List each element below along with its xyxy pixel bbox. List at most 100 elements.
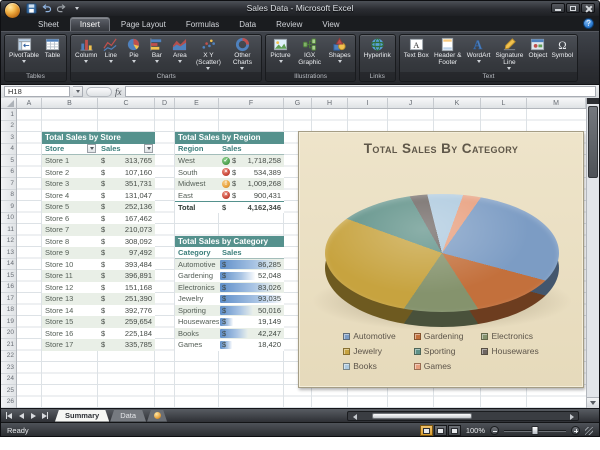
row-header-12[interactable]: 12: [1, 236, 16, 248]
x-y-scatter-button[interactable]: X Y (Scatter): [191, 36, 225, 72]
vertical-scrollbar-thumb[interactable]: [588, 106, 598, 178]
minimize-button[interactable]: [551, 3, 565, 13]
column-header-h[interactable]: H: [312, 98, 348, 108]
text-box-button[interactable]: AText Box: [402, 36, 431, 72]
zoom-out-button[interactable]: [490, 426, 499, 435]
scroll-left-button[interactable]: [350, 414, 359, 420]
row-header-2[interactable]: 2: [1, 121, 16, 133]
row-header-20[interactable]: 20: [1, 328, 16, 340]
zoom-slider-thumb[interactable]: [532, 426, 539, 435]
row-header-7[interactable]: 7: [1, 178, 16, 190]
insert-worksheet-tab[interactable]: [147, 410, 167, 422]
select-all-corner[interactable]: [1, 98, 17, 108]
row-header-17[interactable]: 17: [1, 293, 16, 305]
sheet-tab-data[interactable]: Data: [110, 410, 146, 422]
page-layout-view-button[interactable]: [434, 425, 447, 436]
other-charts-button[interactable]: Other Charts: [225, 36, 259, 72]
line-button[interactable]: Line: [99, 36, 122, 72]
wordart-button[interactable]: AWordArt: [465, 36, 493, 72]
row-header-9[interactable]: 9: [1, 201, 16, 213]
tab-formulas[interactable]: Formulas: [177, 18, 228, 31]
column-header-l[interactable]: L: [481, 98, 527, 108]
office-button[interactable]: [4, 2, 21, 19]
column-header-j[interactable]: J: [388, 98, 434, 108]
last-sheet-button[interactable]: [40, 411, 50, 421]
column-header-e[interactable]: E: [175, 98, 219, 108]
row-header-16[interactable]: 16: [1, 282, 16, 294]
symbol-button[interactable]: ΩSymbol: [549, 36, 575, 72]
row-header-1[interactable]: 1: [1, 109, 16, 121]
row-header-3[interactable]: 3: [1, 132, 16, 144]
picture-button[interactable]: Picture: [268, 36, 292, 72]
filter-button[interactable]: [144, 144, 153, 153]
column-header-d[interactable]: D: [155, 98, 175, 108]
column-header-m[interactable]: M: [527, 98, 586, 108]
column-header-f[interactable]: F: [219, 98, 284, 108]
pie-chart[interactable]: Total Sales By CategoryAutomotiveGardeni…: [298, 131, 584, 388]
shapes-button[interactable]: Shapes: [327, 36, 353, 72]
column-header-b[interactable]: B: [42, 98, 98, 108]
help-button[interactable]: ?: [583, 18, 594, 29]
column-header-k[interactable]: K: [434, 98, 481, 108]
scroll-right-button[interactable]: [567, 414, 576, 420]
page-break-view-button[interactable]: [448, 425, 461, 436]
row-header-13[interactable]: 13: [1, 247, 16, 259]
first-sheet-button[interactable]: [4, 411, 14, 421]
filter-button[interactable]: [87, 144, 96, 153]
column-header-c[interactable]: C: [98, 98, 155, 108]
row-header-5[interactable]: 5: [1, 155, 16, 167]
resize-grip[interactable]: [585, 427, 593, 435]
row-header-22[interactable]: 22: [1, 351, 16, 363]
row-header-24[interactable]: 24: [1, 374, 16, 386]
formula-input[interactable]: [125, 86, 597, 97]
row-header-10[interactable]: 10: [1, 213, 16, 225]
tab-insert[interactable]: Insert: [70, 17, 110, 31]
area-button[interactable]: Area: [168, 36, 191, 72]
zoom-slider[interactable]: [504, 430, 566, 432]
bar-button[interactable]: Bar: [145, 36, 168, 72]
horizontal-scrollbar-thumb[interactable]: [372, 413, 472, 419]
column-button[interactable]: Column: [73, 36, 99, 72]
column-header-g[interactable]: G: [284, 98, 312, 108]
row-header-6[interactable]: 6: [1, 167, 16, 179]
column-header-a[interactable]: A: [17, 98, 42, 108]
pivottable-button[interactable]: PivotTable: [7, 36, 41, 72]
row-header-21[interactable]: 21: [1, 339, 16, 351]
pie-button[interactable]: Pie: [122, 36, 145, 72]
object-button[interactable]: Object: [526, 36, 549, 72]
tab-page-layout[interactable]: Page Layout: [112, 18, 175, 31]
previous-sheet-button[interactable]: [16, 411, 26, 421]
vertical-scrollbar[interactable]: [586, 98, 599, 408]
hyperlink-button[interactable]: Hyperlink: [362, 36, 393, 72]
tab-view[interactable]: View: [313, 18, 348, 31]
row-header-18[interactable]: 18: [1, 305, 16, 317]
spreadsheet-grid[interactable]: Total Sales by StoreStoreSalesStore 1$31…: [17, 109, 586, 408]
close-button[interactable]: [581, 3, 595, 13]
row-header-14[interactable]: 14: [1, 259, 16, 271]
name-box-dropdown[interactable]: [73, 86, 83, 97]
row-header-8[interactable]: 8: [1, 190, 16, 202]
tab-review[interactable]: Review: [267, 18, 311, 31]
table-button[interactable]: Table: [41, 36, 64, 72]
row-header-19[interactable]: 19: [1, 316, 16, 328]
row-header-23[interactable]: 23: [1, 362, 16, 374]
tab-sheet[interactable]: Sheet: [29, 18, 68, 31]
signature-line-button[interactable]: Signature Line: [492, 36, 526, 72]
header-footer-button[interactable]: Header & Footer: [431, 36, 465, 72]
row-header-15[interactable]: 15: [1, 270, 16, 282]
row-header-11[interactable]: 11: [1, 224, 16, 236]
sheet-tab-summary[interactable]: Summary: [55, 410, 109, 422]
restore-button[interactable]: [566, 3, 580, 13]
zoom-in-button[interactable]: [571, 426, 580, 435]
name-box[interactable]: H18: [4, 86, 70, 97]
igx-graphic-button[interactable]: IGX Graphic: [293, 36, 327, 72]
normal-view-button[interactable]: [420, 425, 433, 436]
column-header-i[interactable]: I: [348, 98, 388, 108]
scrollbar-split-handle[interactable]: [587, 98, 599, 104]
row-header-26[interactable]: 26: [1, 397, 16, 409]
horizontal-scrollbar[interactable]: [347, 411, 579, 421]
row-header-4[interactable]: 4: [1, 144, 16, 156]
row-header-25[interactable]: 25: [1, 385, 16, 397]
next-sheet-button[interactable]: [28, 411, 38, 421]
tab-data[interactable]: Data: [230, 18, 265, 31]
